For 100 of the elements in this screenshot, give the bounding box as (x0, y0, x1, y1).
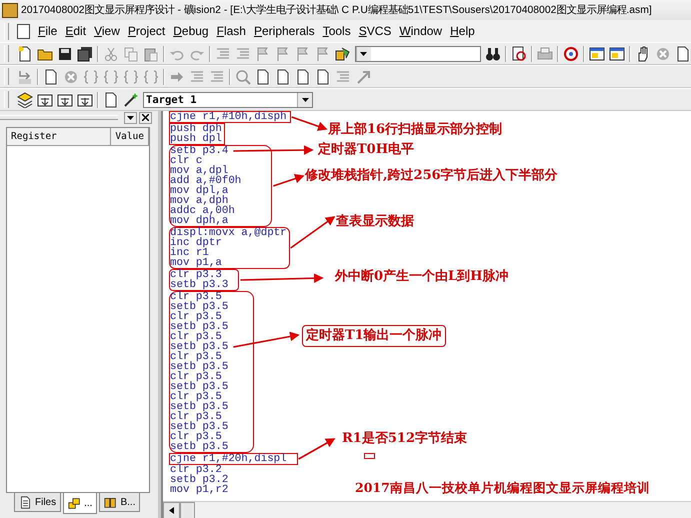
code-line: clr p3.5 (170, 292, 222, 302)
menu-item[interactable]: View (90, 24, 124, 38)
target-select[interactable]: Target 1 (143, 92, 313, 108)
menu-item[interactable]: Peripherals (250, 24, 319, 38)
menu-item[interactable]: Window (395, 24, 446, 38)
page-icon[interactable] (674, 46, 691, 62)
code-line: inc dptr (170, 238, 222, 248)
code-line: setb p3.5 (170, 382, 228, 392)
annotation: R1是否512字节结束 (342, 431, 467, 447)
document-icon (19, 496, 32, 508)
code-line: mov dpl,a (170, 186, 228, 196)
braces-icon[interactable] (103, 68, 119, 84)
code-line: inc r1 (170, 248, 209, 258)
code-line: clr p3.5 (170, 332, 222, 342)
code-line: setb p3.5 (170, 342, 228, 352)
annotation: 屏上部16行扫描显示部分控制 (328, 122, 502, 138)
annotation: 修改堆栈指针,跨过256字节后进入下半部分 (305, 168, 558, 184)
braces-icon[interactable] (83, 68, 99, 84)
menu-item[interactable]: File (34, 24, 62, 38)
panel-tab[interactable]: ... (63, 493, 98, 514)
save-icon[interactable] (56, 46, 73, 62)
left-triangle-icon (168, 507, 174, 514)
annotation: 定时器T1输出一个脉冲 (302, 325, 446, 347)
code-line: displ:movx a,@dptr (170, 228, 287, 238)
braces-icon[interactable] (123, 68, 139, 84)
column-header[interactable]: Value (111, 128, 149, 145)
book-icon (104, 496, 118, 508)
document-search-icon[interactable] (511, 46, 528, 62)
small-mark (364, 453, 375, 459)
build-icon[interactable] (57, 92, 73, 108)
page-icon[interactable] (103, 92, 119, 108)
code-line: clr p3.5 (170, 432, 222, 442)
toolbar-grip (4, 68, 9, 85)
reset-icon[interactable] (17, 68, 33, 84)
code-line: clr p3.3 (170, 270, 222, 280)
code-line: clr p3.2 (169, 465, 222, 475)
caption: 2017南昌八一技校单片机编程图文显示屏编程培训 (355, 480, 650, 496)
page-icon[interactable] (295, 68, 311, 84)
code-line: cjne r1,#20h,displ (170, 454, 287, 464)
page-icon[interactable] (315, 68, 331, 84)
diagonal-arrow-icon[interactable] (355, 68, 371, 84)
code-line: clr p3.5 (170, 372, 222, 382)
scroll-left-button[interactable] (163, 502, 180, 518)
code-line: mov dph,a (170, 216, 228, 226)
code-line: clr p3.5 (170, 392, 222, 402)
window-icon[interactable] (589, 46, 605, 62)
menu-item[interactable]: Tools (318, 24, 355, 38)
bookmark-icon[interactable] (274, 46, 291, 62)
menu-item[interactable]: Edit (61, 24, 90, 38)
code-line: clr c (170, 156, 202, 166)
bookmark-icon[interactable] (294, 46, 311, 62)
braces-icon[interactable] (143, 68, 159, 84)
menu-grip (4, 22, 9, 40)
menu-item[interactable]: Debug (169, 24, 213, 38)
bookmark-icon[interactable] (254, 46, 271, 62)
build-icon[interactable] (77, 92, 93, 108)
code-line: setb p3.5 (170, 322, 228, 332)
layers-icon[interactable] (17, 92, 33, 108)
code-line: setb p3.4 (170, 146, 228, 156)
code-line: setb p3.5 (170, 422, 228, 432)
binoculars-icon[interactable] (485, 46, 502, 62)
page-icon[interactable] (275, 68, 291, 84)
code-line: setb p3.3 (170, 280, 228, 290)
menu-item[interactable]: Help (446, 24, 479, 38)
page-icon[interactable] (43, 68, 59, 84)
horizontal-scrollbar[interactable] (163, 501, 691, 518)
code-line: setb p3.5 (170, 442, 228, 452)
search-combo-box[interactable] (354, 46, 482, 62)
code-line: setb p3.5 (170, 302, 228, 312)
code-line: clr p3.5 (170, 312, 222, 322)
print-icon[interactable] (537, 46, 554, 62)
code-line: mov a,dpl (170, 166, 228, 176)
code-line: setb p3.5 (170, 402, 228, 412)
menu-item[interactable]: Project (124, 24, 170, 38)
page-icon[interactable] (255, 68, 271, 84)
window-icon[interactable] (609, 46, 625, 62)
app-icon (2, 2, 18, 18)
target-icon[interactable] (563, 46, 580, 62)
code-line: setb p3.2 (169, 475, 228, 485)
cut-icon[interactable] (102, 46, 119, 62)
build-icon[interactable] (37, 92, 53, 108)
code-line: add a,#0f0h (170, 176, 242, 186)
code-line: push dpl (170, 134, 222, 144)
wand-icon[interactable] (123, 92, 139, 108)
dropdown-icon[interactable] (124, 112, 138, 124)
panel-tab[interactable]: Files (14, 493, 62, 512)
panel-tab[interactable]: B... (99, 493, 140, 512)
menu-item[interactable]: SVCS (354, 24, 396, 38)
close-icon[interactable] (139, 112, 152, 124)
code-line: push dph (170, 124, 222, 134)
new-file-icon[interactable] (16, 46, 33, 62)
save-all-icon[interactable] (76, 46, 93, 62)
code-line: mov p1,a (170, 258, 222, 268)
document-icon (17, 24, 30, 38)
annotation: 定时器T0H电平 (318, 142, 414, 158)
scroll-thumb[interactable] (180, 502, 195, 518)
paste-icon[interactable] (142, 46, 159, 62)
column-header[interactable]: Register (7, 128, 112, 145)
code-line: setb p3.5 (170, 362, 228, 372)
menu-item[interactable]: Flash (212, 24, 250, 38)
